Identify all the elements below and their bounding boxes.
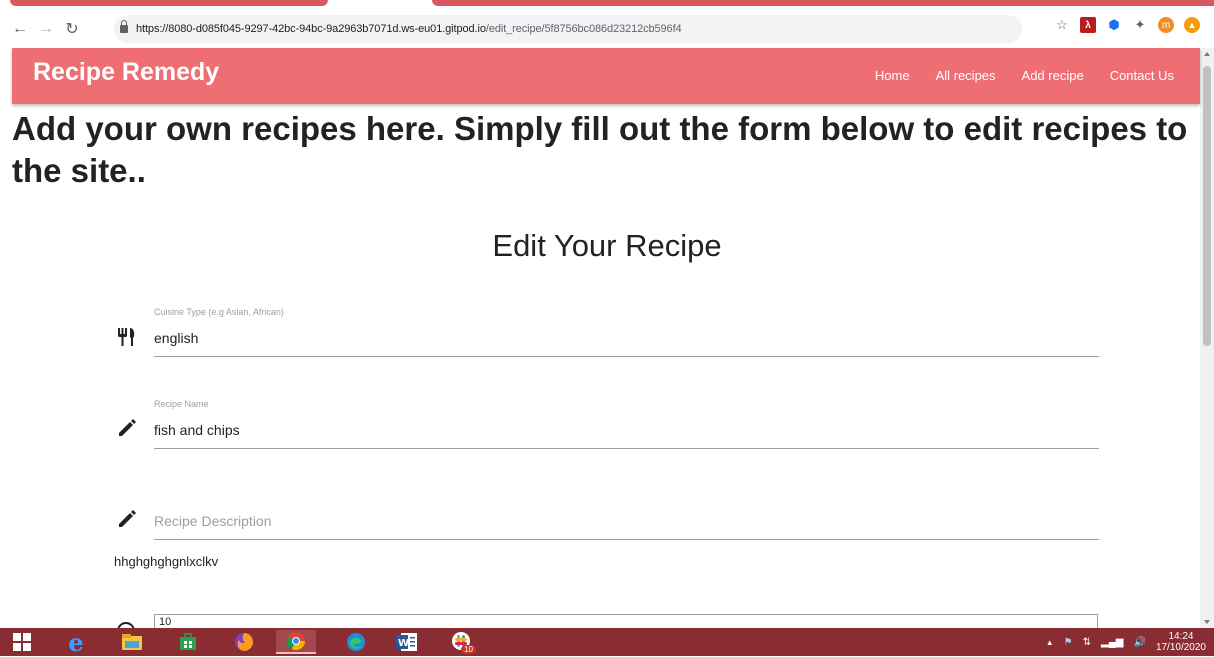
- scrollbar-thumb[interactable]: [1203, 66, 1211, 346]
- page-headline: Add your own recipes here. Simply fill o…: [12, 110, 1188, 189]
- svg-text:W: W: [398, 638, 409, 649]
- address-bar[interactable]: https://8080-d085f045-9297-42bc-94bc-9a2…: [114, 15, 1022, 43]
- chevron-up-icon[interactable]: ▲: [1046, 638, 1054, 647]
- nav-link-add-recipe[interactable]: Add recipe: [1022, 68, 1084, 83]
- recipe-description-text[interactable]: hhghghghgnlxclkv: [114, 554, 218, 569]
- reload-icon[interactable]: ↻: [62, 19, 82, 39]
- url-text: https://8080-d085f045-9297-42bc-94bc-9a2…: [136, 23, 682, 35]
- clock-time: 14:24: [1168, 631, 1194, 642]
- recipe-description-placeholder: Recipe Description: [154, 513, 272, 529]
- page-scrollbar[interactable]: [1200, 48, 1214, 628]
- extensions-area: ☆ λ ⬢ ✦ m ▲: [1054, 17, 1200, 33]
- browser-tab[interactable]: [10, 0, 328, 6]
- windows-taskbar: e W 10 ▲ ⚑ ⇅ ▂▄▆ 🔊 14:24 17/10/2020: [0, 628, 1214, 657]
- nav-link-contact-us[interactable]: Contact Us: [1110, 68, 1174, 83]
- cuisine-field[interactable]: Cuisine Type (e.g Asian, African) englis…: [154, 306, 1099, 357]
- recipe-name-value[interactable]: fish and chips: [154, 422, 240, 438]
- pdf-extension-icon[interactable]: λ: [1080, 17, 1096, 33]
- site-navbar: Recipe Remedy Home All recipes Add recip…: [12, 48, 1200, 104]
- edge-icon[interactable]: [340, 630, 372, 654]
- bookmark-star-icon[interactable]: ☆: [1054, 17, 1070, 33]
- cuisine-label: Cuisine Type (e.g Asian, African): [154, 307, 284, 317]
- hexagon-extension-icon[interactable]: ⬢: [1106, 17, 1122, 33]
- browser-tab-active[interactable]: [432, 0, 1214, 6]
- system-tray: ▲ ⚑ ⇅ ▂▄▆ 🔊 14:24 17/10/2020: [1046, 628, 1206, 656]
- recipe-description-field[interactable]: Recipe Description: [154, 506, 1099, 540]
- pencil-icon: [116, 508, 138, 530]
- network-icon[interactable]: ⇅: [1083, 637, 1091, 648]
- restaurant-icon: [116, 326, 138, 348]
- form-title: Edit Your Recipe: [492, 228, 722, 263]
- signal-icon[interactable]: ▂▄▆: [1101, 637, 1123, 648]
- file-explorer-icon[interactable]: [116, 630, 148, 654]
- notification-flag-icon[interactable]: ⚑: [1064, 637, 1073, 648]
- slack-icon[interactable]: 10: [446, 630, 478, 654]
- word-icon[interactable]: W: [386, 630, 428, 654]
- tab-strip: [0, 0, 1214, 10]
- firefox-icon[interactable]: [228, 630, 260, 654]
- internet-explorer-icon[interactable]: e: [60, 628, 92, 657]
- volume-icon[interactable]: 🔊: [1133, 637, 1145, 648]
- system-clock[interactable]: 14:24 17/10/2020: [1156, 631, 1206, 653]
- slack-badge: 10: [461, 645, 476, 654]
- back-arrow-icon[interactable]: ←: [10, 19, 30, 39]
- store-icon[interactable]: [172, 630, 204, 654]
- puzzle-extensions-icon[interactable]: ✦: [1132, 17, 1148, 33]
- recipe-name-field[interactable]: Recipe Name fish and chips: [154, 398, 1099, 449]
- chrome-icon[interactable]: [276, 630, 316, 654]
- scroll-down-icon[interactable]: [1204, 620, 1210, 624]
- nav-links: Home All recipes Add recipe Contact Us: [875, 68, 1174, 83]
- forward-arrow-icon[interactable]: →: [36, 19, 56, 39]
- scroll-up-icon[interactable]: [1204, 52, 1210, 56]
- pencil-icon: [116, 417, 138, 439]
- clock-date: 17/10/2020: [1155, 642, 1206, 653]
- recipe-name-label: Recipe Name: [154, 399, 209, 409]
- nav-link-all-recipes[interactable]: All recipes: [936, 68, 996, 83]
- brand-logo[interactable]: Recipe Remedy: [33, 58, 219, 87]
- profile-avatar[interactable]: m: [1158, 17, 1174, 33]
- update-icon[interactable]: ▲: [1184, 17, 1200, 33]
- nav-link-home[interactable]: Home: [875, 68, 910, 83]
- lock-icon: [120, 20, 128, 33]
- cuisine-value[interactable]: english: [154, 330, 198, 346]
- windows-start-icon[interactable]: [6, 630, 38, 654]
